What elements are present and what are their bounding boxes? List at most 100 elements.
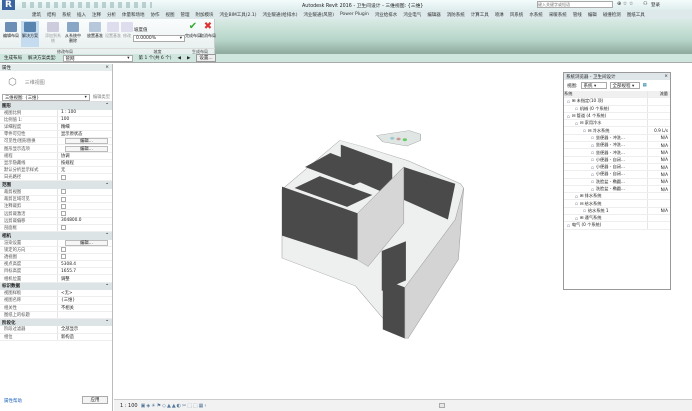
tab[interactable]: 风系统: [510, 12, 524, 18]
view-select[interactable]: 系统 ▾: [580, 82, 607, 89]
property-value[interactable]: 精细: [58, 124, 112, 130]
view-instance-select[interactable]: 三维视图: {三维} ▾: [2, 93, 90, 101]
edit-layout-button[interactable]: 编辑布局: [2, 21, 20, 47]
tree-item[interactable]: ▫ ⊞ 未指定(10 项): [564, 98, 670, 106]
property-checkbox[interactable]: [61, 254, 66, 260]
property-value[interactable]: 显示原状态: [58, 131, 112, 137]
tab[interactable]: 消防系统: [447, 12, 465, 18]
type-selector[interactable]: ⬡ 三维视图: [0, 71, 112, 93]
view-scale[interactable]: 1 : 100: [120, 403, 138, 409]
tree-item[interactable]: ▫ 机械 (0 个系统): [564, 105, 670, 113]
edit-type-button[interactable]: 编辑类型: [93, 94, 110, 100]
property-value[interactable]: 新构造: [58, 334, 112, 340]
tab[interactable]: 编辑: [588, 12, 597, 18]
tree-item[interactable]: ▫ 坐便器 - 冲洗... N/A: [564, 134, 670, 143]
tab[interactable]: Power Plugin: [340, 12, 369, 17]
tree-item[interactable]: ▫ 小便器 - 自闭... N/A: [564, 156, 670, 164]
property-checkbox[interactable]: [61, 203, 66, 209]
help-icons[interactable]: ⊕ ☆ ☆: [617, 1, 633, 7]
place-base-button[interactable]: 放置基准: [86, 21, 104, 47]
tab[interactable]: 管理: [181, 12, 190, 18]
solution-button[interactable]: 解决方案: [21, 21, 39, 47]
tab[interactable]: 协作: [151, 12, 160, 18]
tab[interactable]: 鸿业给排水: [375, 12, 398, 18]
close-icon[interactable]: ×: [105, 65, 109, 70]
tree-item[interactable]: ▫ ⊟ 家用冷水: [564, 120, 670, 128]
property-value[interactable]: 5308.4: [58, 261, 112, 267]
property-section-header[interactable]: 阶段化 ⌃: [0, 318, 112, 327]
property-value[interactable]: 304800.0: [58, 218, 112, 224]
horizontal-scrollbar[interactable]: [439, 403, 445, 408]
tab[interactable]: 图纸工具: [627, 12, 645, 18]
tree-item[interactable]: ▫ ⊞ 通气系统: [564, 215, 670, 223]
property-value[interactable]: 全部显示: [58, 326, 112, 332]
tab[interactable]: 系统: [62, 12, 71, 18]
property-checkbox[interactable]: [61, 196, 66, 202]
cancel-layout-button[interactable]: ✖ 取消布局: [199, 21, 217, 47]
tab[interactable]: 水系统: [529, 12, 543, 18]
search-input[interactable]: [537, 1, 613, 8]
tab[interactable]: 附加模块: [196, 12, 214, 18]
modify-button[interactable]: 修改: [118, 21, 136, 47]
close-icon[interactable]: ×: [664, 74, 668, 79]
tree-item[interactable]: ▫ 电气 (0 个系统): [564, 222, 670, 230]
tab[interactable]: 视图: [166, 12, 175, 18]
property-section-header[interactable]: 相机 ⌃: [0, 232, 112, 240]
tree-item[interactable]: ▫ 洗脸盆 - 椭圆... N/A: [564, 178, 670, 186]
tab[interactable]: 分析: [107, 12, 116, 18]
property-checkbox[interactable]: [61, 247, 66, 253]
tab[interactable]: 碰撞检测: [603, 12, 621, 18]
property-value[interactable]: 协调: [58, 153, 112, 159]
tree-item[interactable]: ▫ 小便器 - 自闭... N/A: [564, 163, 670, 172]
tab[interactable]: 鸿业暖通(风管): [303, 12, 334, 18]
tree-item[interactable]: ▫ ⊟ 管道 (4 个系统): [564, 112, 670, 121]
property-value[interactable]: [58, 312, 112, 318]
tree-item[interactable]: ▫ ⊟ 冷水系统 0.9 L/s: [564, 127, 670, 135]
tab[interactable]: 喷淋: [495, 12, 504, 18]
tree-item[interactable]: ▫ ⊟ 给水系统: [564, 200, 670, 208]
tree-item[interactable]: ▫ 坐便器 - 冲洗... N/A: [564, 149, 670, 157]
property-value[interactable]: 无: [58, 167, 112, 173]
property-checkbox[interactable]: [61, 211, 66, 217]
quick-access-toolbar[interactable]: [22, 2, 152, 8]
property-checkbox[interactable]: [61, 174, 66, 180]
tree-item[interactable]: ▫ 小便器 - 自闭... N/A: [564, 171, 670, 179]
tree-item[interactable]: ▫ 洗脸盆 - 椭圆... N/A: [564, 185, 670, 194]
tab[interactable]: 鸿业电气: [403, 12, 421, 18]
properties-help-link[interactable]: 属性帮助: [4, 398, 22, 404]
tab[interactable]: 编辑器: [427, 12, 441, 18]
solution-type-select[interactable]: 管网 ▾: [62, 54, 133, 62]
property-section-header[interactable]: 图形 ⌃: [0, 102, 112, 110]
add-to-system-button[interactable]: 添加到系统: [44, 21, 62, 47]
property-value[interactable]: 调整: [58, 275, 112, 282]
tree-item[interactable]: ▫ ⊞ 排水系统: [564, 193, 670, 201]
property-value[interactable]: 按规程: [58, 160, 112, 166]
tab[interactable]: 鸿业BIM工具(2.1): [220, 12, 257, 18]
tree-item[interactable]: ▫ 给水系统 1 N/A: [564, 207, 670, 216]
tab[interactable]: 插入: [77, 12, 86, 18]
property-value[interactable]: 不相关: [58, 305, 112, 311]
property-checkbox[interactable]: [61, 225, 66, 231]
property-value[interactable]: 1 : 100: [58, 110, 112, 116]
remove-from-system-button[interactable]: 从系统中删除: [64, 21, 82, 47]
property-value[interactable]: {三维}: [58, 297, 112, 303]
view-control-icons[interactable]: ▣◈☀⚑◇▲▲◐✂⬚⬚▦‹: [141, 403, 208, 409]
property-value[interactable]: 100: [58, 117, 112, 123]
discipline-select[interactable]: 全部规程 ▾: [609, 82, 640, 89]
tree-item[interactable]: ▫ 坐便器 - 冲洗... N/A: [564, 142, 670, 150]
slope-select[interactable]: 0.0000% ▾: [133, 35, 185, 42]
tab[interactable]: 结构: [47, 12, 56, 18]
tab[interactable]: 体量和场地: [122, 12, 145, 18]
property-edit-button[interactable]: 编辑...: [65, 138, 108, 145]
tab[interactable]: 管线: [573, 12, 582, 18]
tab[interactable]: 鸿业暖通(给排水): [262, 12, 297, 18]
property-value[interactable]: 1655.7: [58, 268, 112, 274]
property-edit-button[interactable]: 编辑...: [65, 145, 108, 152]
previous-solution-button[interactable]: ◀: [177, 56, 180, 61]
apply-button[interactable]: 应用: [82, 396, 108, 404]
sign-in-link[interactable]: 登录: [651, 2, 660, 8]
property-checkbox[interactable]: [61, 189, 66, 195]
column-settings-icon[interactable]: ▦: [643, 83, 647, 88]
tab[interactable]: 建筑: [32, 12, 41, 18]
settings-button[interactable]: 设置...: [196, 54, 216, 62]
